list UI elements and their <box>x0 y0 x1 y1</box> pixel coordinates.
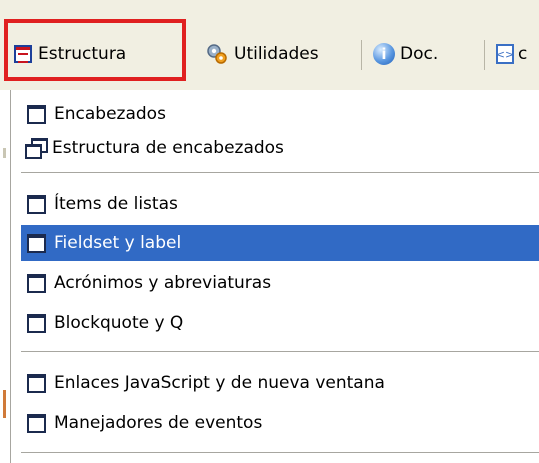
estructura-menu-button[interactable]: Estructura <box>14 37 126 71</box>
code-label: c <box>518 44 528 64</box>
estructura-dropdown-menu: Encabezados Estructura de encabezados Ít… <box>10 90 539 463</box>
utilidades-label: Utilidades <box>234 44 319 64</box>
window-icon <box>27 233 46 253</box>
menu-item-label: Enlaces JavaScript y de nueva ventana <box>54 373 385 393</box>
window-icon <box>27 413 46 433</box>
menu-item-label: Blockquote y Q <box>54 313 184 333</box>
toolbar-separator <box>484 40 485 70</box>
page-background-strip <box>0 90 10 463</box>
menu-item-items-de-listas[interactable]: Ítems de listas <box>21 186 539 222</box>
estructura-label: Estructura <box>38 44 127 64</box>
doc-label: Doc. <box>400 44 439 64</box>
toolbar: Estructura Utilidades i Doc. <> c <box>0 0 539 90</box>
toolbar-separator <box>361 40 362 70</box>
menu-separator <box>21 452 539 453</box>
menu-separator <box>21 351 539 352</box>
menu-item-blockquote-y-q[interactable]: Blockquote y Q <box>21 305 539 341</box>
window-icon <box>27 104 46 124</box>
menu-item-label: Ítems de listas <box>54 194 178 214</box>
cascade-windows-icon <box>25 137 48 159</box>
menu-item-enlaces-javascript[interactable]: Enlaces JavaScript y de nueva ventana <box>21 365 539 401</box>
menu-separator <box>21 172 539 173</box>
strip-mark <box>3 390 6 418</box>
menu-item-label: Manejadores de eventos <box>54 413 263 433</box>
code-icon: <> <box>496 44 514 64</box>
code-menu-button[interactable]: <> c <box>496 37 527 71</box>
gear-tools-icon <box>206 43 228 65</box>
doc-menu-button[interactable]: i Doc. <box>373 37 438 71</box>
menu-item-label: Fieldset y label <box>54 233 182 253</box>
menu-item-encabezados[interactable]: Encabezados <box>21 96 539 132</box>
menu-item-acronimos-y-abreviaturas[interactable]: Acrónimos y abreviaturas <box>21 265 539 301</box>
window-icon <box>27 273 46 293</box>
window-icon <box>27 313 46 333</box>
menu-item-manejadores-de-eventos[interactable]: Manejadores de eventos <box>21 405 539 441</box>
window-icon <box>27 373 46 393</box>
menu-item-label: Acrónimos y abreviaturas <box>54 273 272 293</box>
window-icon <box>27 194 46 214</box>
menu-item-label: Estructura de encabezados <box>52 138 284 158</box>
menu-item-estructura-de-encabezados[interactable]: Estructura de encabezados <box>21 130 539 166</box>
menu-item-label: Encabezados <box>54 104 166 124</box>
info-icon: i <box>373 43 395 65</box>
menu-item-fieldset-y-label[interactable]: Fieldset y label <box>21 225 539 261</box>
table-structure-icon <box>14 45 32 63</box>
strip-mark <box>3 148 6 158</box>
utilidades-menu-button[interactable]: Utilidades <box>206 37 319 71</box>
